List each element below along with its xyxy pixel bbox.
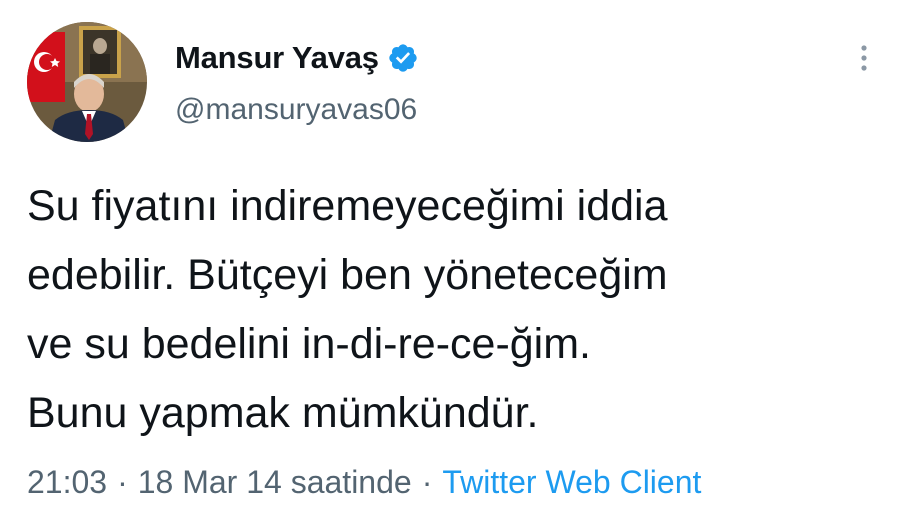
tweet-date[interactable]: 18 Mar 14 saatinde — [138, 464, 412, 501]
meta-separator: · — [117, 464, 128, 500]
tweet-card: Mansur Yavaş @mansuryavas06 Su fiyatını … — [0, 0, 909, 525]
tweet-text-line: ve su bedelini in-di-re-ce-ğim. — [27, 320, 591, 368]
tweet-text-line: edebilir. Bütçeyi ben yöneteceğim — [27, 251, 668, 299]
tweet-text-line: Su fiyatını indiremeyeceğimi iddia — [27, 182, 668, 230]
tweet-text: Su fiyatını indiremeyeceğimi iddia edebi… — [27, 172, 887, 448]
author-name-row[interactable]: Mansur Yavaş — [175, 38, 419, 78]
author-handle[interactable]: @mansuryavas06 — [175, 93, 417, 127]
more-vertical-icon[interactable] — [846, 38, 882, 78]
tweet-text-line: Bunu yapmak mümkündür. — [27, 389, 539, 437]
avatar[interactable] — [27, 22, 147, 142]
meta-separator: · — [421, 464, 433, 500]
tweet-source-link[interactable]: Twitter Web Client — [442, 464, 701, 501]
author-display-name[interactable]: Mansur Yavaş — [175, 40, 379, 76]
verified-badge-icon — [387, 42, 419, 74]
tweet-meta: 21:03 · 18 Mar 14 saatinde · Twitter Web… — [27, 464, 701, 501]
tweet-time[interactable]: 21:03 — [27, 464, 107, 501]
avatar-image — [27, 22, 147, 142]
